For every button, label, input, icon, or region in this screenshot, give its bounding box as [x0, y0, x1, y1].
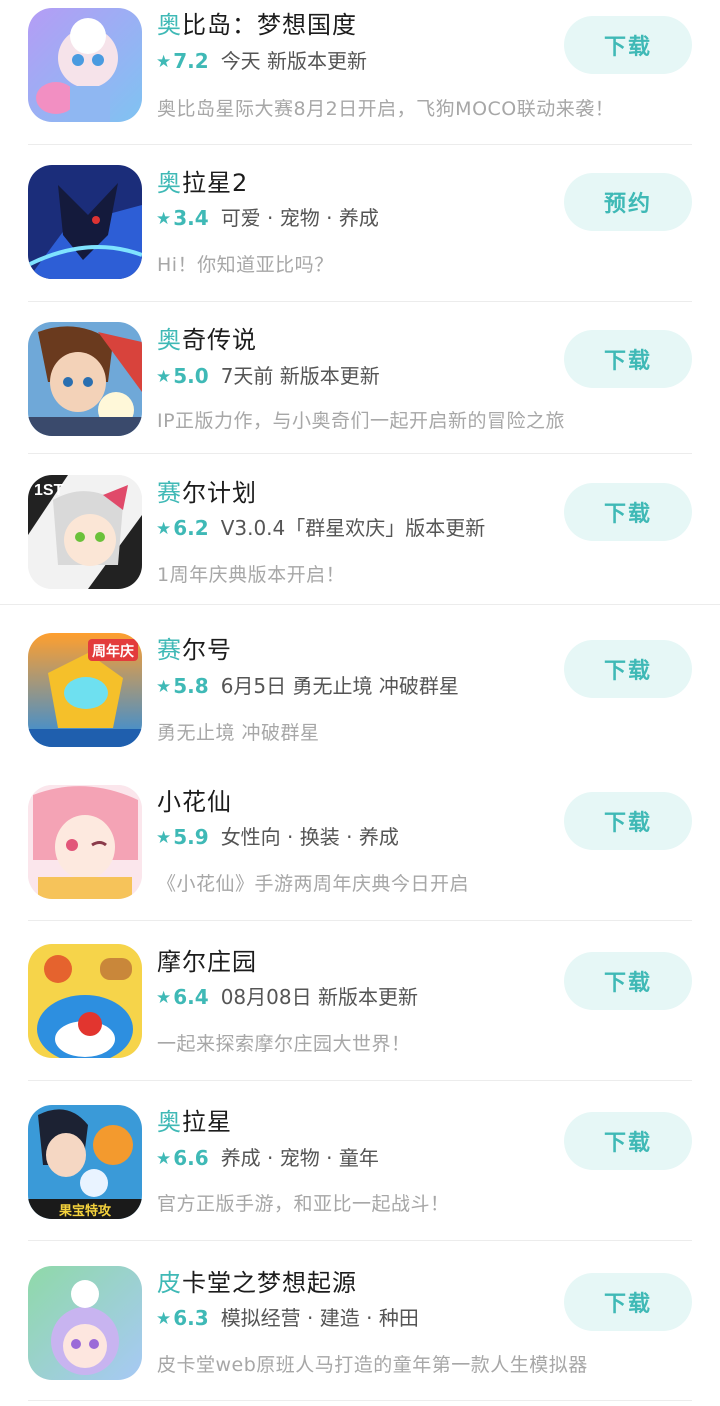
game-tags: 今天 新版本更新: [220, 49, 368, 73]
game-meta: ★ 6.3 模拟经营 · 建造 · 种田: [156, 1305, 419, 1332]
aola-star-2-icon[interactable]: [28, 165, 142, 279]
game-meta: ★ 6.4 08月08日 新版本更新: [156, 984, 418, 1011]
game-list: 奥比岛：梦想国度 ★ 7.2 今天 新版本更新 奥比岛星际大赛8月2日开启，飞狗MO…: [0, 0, 720, 1406]
little-flower-fairy-icon[interactable]: [28, 785, 142, 899]
download-button[interactable]: 下载: [564, 16, 692, 74]
game-description: 官方正版手游，和亚比一起战斗！: [157, 1193, 450, 1215]
star-icon: ★: [156, 1149, 172, 1169]
divider: [28, 453, 692, 454]
pikatang-icon[interactable]: [28, 1266, 142, 1380]
game-tags: 08月08日 新版本更新: [220, 985, 418, 1009]
rating-score: 6.3: [173, 1306, 209, 1330]
anniversary-badge-text: 周年庆: [92, 643, 134, 660]
rating-score: 5.0: [173, 364, 209, 388]
game-title[interactable]: 皮卡堂之梦想起源: [157, 1268, 357, 1298]
star-icon: ★: [156, 828, 172, 848]
divider: [28, 301, 692, 302]
game-description: 《小花仙》手游两周年庆典今日开启: [157, 873, 470, 895]
divider: [28, 1400, 692, 1401]
game-tags: 7天前 新版本更新: [220, 364, 380, 388]
download-button[interactable]: 下载: [564, 640, 692, 698]
game-description: 一起来探索摩尔庄园大世界！: [157, 1033, 411, 1055]
game-description: 勇无止境 冲破群星: [157, 722, 320, 744]
star-icon: ★: [156, 367, 172, 387]
rating-score: 5.8: [173, 674, 209, 698]
rating-score: 6.6: [173, 1146, 209, 1170]
download-button[interactable]: 下载: [564, 792, 692, 850]
game-description: IP正版力作，与小奥奇们一起开启新的冒险之旅: [157, 410, 566, 432]
game-meta: ★ 5.0 7天前 新版本更新: [156, 363, 380, 390]
seer-plan-icon[interactable]: 1ST: [28, 475, 142, 589]
aola-star-icon[interactable]: 果宝特攻: [28, 1105, 142, 1219]
game-title[interactable]: 小花仙: [157, 787, 232, 817]
game-meta: ★ 5.8 6月5日 勇无止境 冲破群星: [156, 673, 459, 700]
divider: [28, 144, 692, 145]
seer-icon[interactable]: 周年庆: [28, 633, 142, 747]
game-description: Hi！你知道亚比吗？: [157, 254, 334, 276]
star-icon: ★: [156, 52, 172, 72]
game-title[interactable]: 奥奇传说: [157, 325, 257, 355]
rating-score: 6.4: [173, 985, 209, 1009]
game-meta: ★ 6.2 V3.0.4「群星欢庆」版本更新: [156, 515, 485, 542]
game-title[interactable]: 奥比岛：梦想国度: [157, 10, 357, 40]
star-icon: ★: [156, 209, 172, 229]
game-meta: ★ 6.6 养成 · 宠物 · 童年: [156, 1145, 379, 1172]
game-title[interactable]: 奥拉星: [157, 1107, 232, 1137]
game-meta: ★ 3.4 可爱 · 宠物 · 养成: [156, 205, 379, 232]
download-button[interactable]: 下载: [564, 952, 692, 1010]
aoqi-legend-icon[interactable]: [28, 322, 142, 436]
download-button[interactable]: 下载: [564, 330, 692, 388]
event-badge-text: 果宝特攻: [58, 1203, 112, 1219]
mole-manor-icon[interactable]: [28, 944, 142, 1058]
anniversary-badge-text: 1ST: [34, 482, 64, 499]
divider: [28, 1240, 692, 1241]
star-icon: ★: [156, 677, 172, 697]
game-description: 皮卡堂web原班人马打造的童年第一款人生模拟器: [157, 1354, 588, 1376]
star-icon: ★: [156, 988, 172, 1008]
obi-island-icon[interactable]: [28, 8, 142, 122]
rating-score: 7.2: [173, 49, 209, 73]
game-description: 奥比岛星际大赛8月2日开启，飞狗MOCO联动来袭！: [157, 98, 615, 120]
reserve-button[interactable]: 预约: [564, 173, 692, 231]
game-tags: 可爱 · 宠物 · 养成: [220, 206, 379, 230]
rating-score: 6.2: [173, 516, 209, 540]
star-icon: ★: [156, 1309, 172, 1329]
game-tags: V3.0.4「群星欢庆」版本更新: [220, 516, 486, 540]
game-title[interactable]: 赛尔计划: [157, 478, 257, 508]
game-tags: 6月5日 勇无止境 冲破群星: [220, 674, 459, 698]
game-description: 1周年庆典版本开启！: [157, 564, 346, 586]
divider: [28, 920, 692, 921]
game-title[interactable]: 赛尔号: [157, 635, 232, 665]
game-title[interactable]: 奥拉星2: [157, 168, 248, 198]
game-meta: ★ 7.2 今天 新版本更新: [156, 48, 367, 75]
download-button[interactable]: 下载: [564, 1112, 692, 1170]
game-tags: 模拟经营 · 建造 · 种田: [220, 1306, 419, 1330]
rating-score: 5.9: [173, 825, 209, 849]
download-button[interactable]: 下载: [564, 483, 692, 541]
divider: [0, 604, 720, 605]
game-tags: 女性向 · 换装 · 养成: [220, 825, 399, 849]
game-title[interactable]: 摩尔庄园: [157, 947, 257, 977]
rating-score: 3.4: [173, 206, 209, 230]
divider: [28, 1080, 692, 1081]
game-meta: ★ 5.9 女性向 · 换装 · 养成: [156, 824, 399, 851]
download-button[interactable]: 下载: [564, 1273, 692, 1331]
star-icon: ★: [156, 519, 172, 539]
game-tags: 养成 · 宠物 · 童年: [220, 1146, 379, 1170]
